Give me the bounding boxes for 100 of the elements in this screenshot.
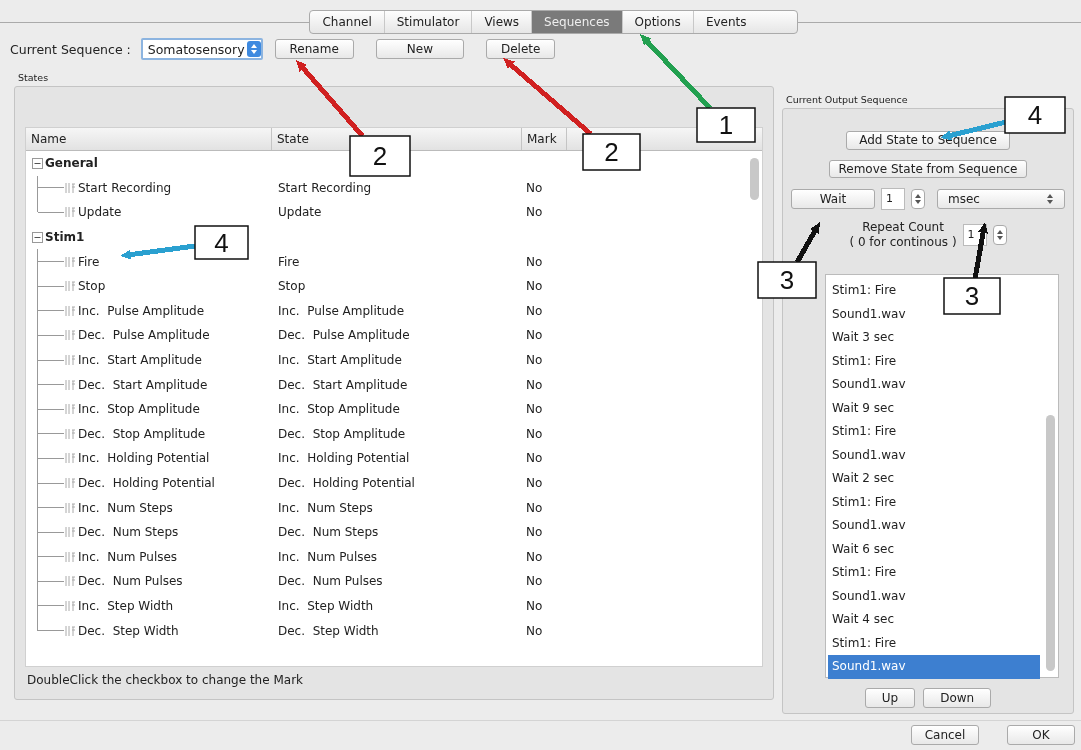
- tree-item[interactable]: Dec. Num Pulses: [78, 574, 183, 589]
- state-icon: [64, 427, 76, 440]
- tree-item[interactable]: Inc. Num Pulses: [78, 549, 178, 564]
- table-cell-text: Inc. Start Amplitude: [277, 353, 403, 368]
- state-icon: [64, 206, 76, 219]
- tree-item[interactable]: Inc. Stop Amplitude: [78, 402, 200, 417]
- table-cell-text: Stop: [277, 279, 307, 294]
- list-item[interactable]: Wait 4 sec: [828, 608, 898, 632]
- table-cell-text: No: [525, 328, 544, 343]
- table-cell-text: Dec. Holding Potential: [277, 476, 416, 490]
- table-cell-text: No: [525, 205, 544, 220]
- tree-item[interactable]: Update: [78, 205, 122, 220]
- column-header[interactable]: Mark: [522, 128, 567, 150]
- state-icon: [64, 575, 76, 588]
- list-item[interactable]: Sound1.wav: [828, 302, 910, 326]
- list-item[interactable]: Wait 3 sec: [828, 326, 898, 350]
- tree-item[interactable]: Inc. Start Amplitude: [78, 353, 202, 368]
- tree-item[interactable]: Start Recording: [78, 180, 172, 195]
- tab[interactable]: Sequences: [532, 11, 623, 33]
- scrollbar[interactable]: [1046, 415, 1055, 671]
- tree-group[interactable]: Stim1: [45, 230, 85, 245]
- state-icon: [64, 501, 76, 514]
- state-icon: [64, 624, 76, 637]
- table-cell-text: Inc. Num Pulses: [277, 549, 379, 564]
- tab[interactable]: Channel: [310, 11, 385, 33]
- tree-item[interactable]: Dec. Num Steps: [78, 525, 179, 540]
- stepper-icon[interactable]: [911, 189, 925, 209]
- collapse-icon[interactable]: [32, 231, 43, 243]
- callout-box: 2: [349, 135, 411, 177]
- tree-item[interactable]: Inc. Step Width: [78, 599, 174, 613]
- list-item[interactable]: Sound1.wav: [828, 655, 1040, 679]
- tree-group[interactable]: General: [45, 156, 98, 171]
- tree-item[interactable]: Dec. Step Width: [78, 623, 179, 638]
- callout-box: 1: [696, 107, 756, 143]
- sequence-button[interactable]: Delete: [485, 39, 556, 59]
- callout-box: 4: [1004, 96, 1066, 134]
- callout-box: 3: [943, 277, 1001, 315]
- tree-item[interactable]: Inc. Pulse Amplitude: [78, 303, 205, 318]
- state-icon: [64, 550, 76, 563]
- tree-item[interactable]: Fire: [78, 254, 100, 269]
- list-item[interactable]: Stim1: Fire: [828, 279, 901, 303]
- scrollbar[interactable]: [750, 158, 759, 200]
- list-item[interactable]: Wait 9 sec: [828, 396, 898, 420]
- collapse-icon[interactable]: [32, 157, 43, 169]
- list-item[interactable]: Stim1: Fire: [828, 420, 901, 444]
- field-note: ( 0 for continous ): [849, 235, 957, 250]
- up-button[interactable]: Up: [864, 688, 916, 708]
- list-item[interactable]: Sound1.wav: [828, 443, 910, 467]
- table-cell-text: Inc. Holding Potential: [277, 451, 411, 466]
- hint-text: DoubleClick the checkbox to change the Mark: [26, 672, 304, 689]
- sequence-button[interactable]: New: [375, 39, 464, 59]
- tree-item[interactable]: Dec. Pulse Amplitude: [78, 328, 210, 343]
- remove-state-button[interactable]: Remove State from Sequence: [829, 159, 1027, 178]
- state-icon: [64, 304, 76, 317]
- unit-dropdown[interactable]: msec: [937, 189, 1065, 209]
- tree-item[interactable]: Dec. Holding Potential: [78, 476, 215, 490]
- state-icon: [64, 280, 76, 293]
- table-cell-text: Dec. Num Steps: [277, 525, 380, 540]
- number-field[interactable]: 1: [881, 188, 905, 210]
- table-cell-text: Inc. Stop Amplitude: [277, 402, 401, 417]
- down-button[interactable]: Down: [923, 688, 992, 708]
- tree-item[interactable]: Stop: [78, 279, 106, 294]
- table-cell-text: Inc. Num Steps: [277, 500, 374, 515]
- list-item[interactable]: Stim1: Fire: [828, 631, 901, 655]
- dialog-button[interactable]: Cancel: [911, 725, 979, 745]
- table-cell-text: No: [525, 279, 544, 294]
- field-label: Repeat Count: [862, 220, 944, 235]
- stepper-icon[interactable]: [992, 225, 1007, 245]
- tree-item[interactable]: Inc. Holding Potential: [78, 451, 210, 466]
- column-header[interactable]: Name: [26, 128, 272, 150]
- callout-box: 2: [582, 133, 641, 171]
- table-cell-text: No: [525, 303, 544, 318]
- list-item[interactable]: Stim1: Fire: [828, 349, 901, 373]
- table-cell-text: Inc. Pulse Amplitude: [277, 303, 406, 318]
- tree-item[interactable]: Inc. Num Steps: [78, 500, 173, 515]
- tab[interactable]: Events: [693, 11, 797, 33]
- list-item[interactable]: Wait 6 sec: [828, 537, 898, 561]
- table-cell-text: No: [525, 180, 544, 195]
- tab[interactable]: Options: [622, 11, 694, 33]
- sequence-dropdown[interactable]: Somatosensory: [140, 38, 263, 60]
- tree-item[interactable]: Dec. Stop Amplitude: [78, 426, 206, 441]
- list-item[interactable]: Sound1.wav: [828, 584, 910, 608]
- state-icon: [64, 526, 76, 539]
- list-item[interactable]: Stim1: Fire: [828, 561, 901, 585]
- tree-item[interactable]: Dec. Start Amplitude: [78, 377, 208, 392]
- sequence-button[interactable]: Rename: [274, 39, 354, 59]
- list-item[interactable]: Stim1: Fire: [828, 490, 901, 514]
- table-cell-text: No: [525, 574, 544, 589]
- list-item[interactable]: Sound1.wav: [828, 514, 910, 538]
- list-item[interactable]: Wait 2 sec: [828, 467, 898, 491]
- dropdown-arrows-icon: [1046, 193, 1054, 205]
- tab[interactable]: Stimulator: [384, 11, 473, 33]
- table-cell-text: No: [525, 254, 544, 269]
- table-cell-text: No: [525, 525, 544, 540]
- table-cell-text: No: [525, 402, 544, 417]
- table-cell-text: No: [525, 599, 544, 613]
- list-item[interactable]: Sound1.wav: [828, 373, 910, 397]
- dialog-button[interactable]: OK: [1007, 725, 1075, 745]
- wait-button[interactable]: Wait: [791, 189, 875, 209]
- state-icon: [64, 181, 76, 194]
